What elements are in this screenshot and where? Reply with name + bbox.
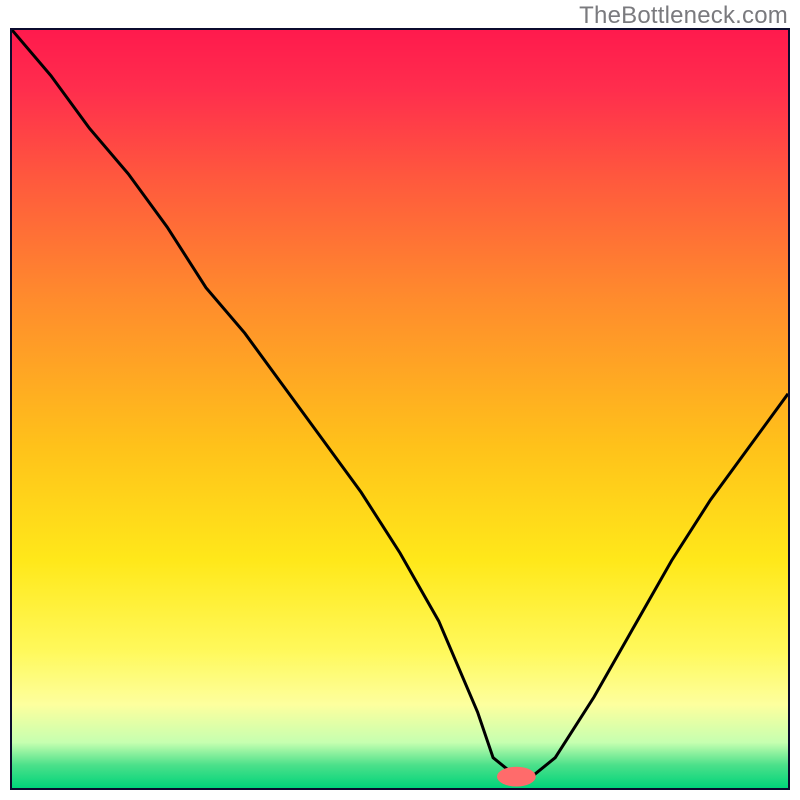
bottleneck-chart: TheBottleneck.com	[0, 0, 800, 800]
watermark-text: TheBottleneck.com	[579, 2, 788, 30]
curve-layer	[12, 30, 788, 788]
bottleneck-curve	[12, 30, 788, 777]
plot-area	[10, 28, 790, 790]
optimal-marker	[497, 767, 536, 787]
